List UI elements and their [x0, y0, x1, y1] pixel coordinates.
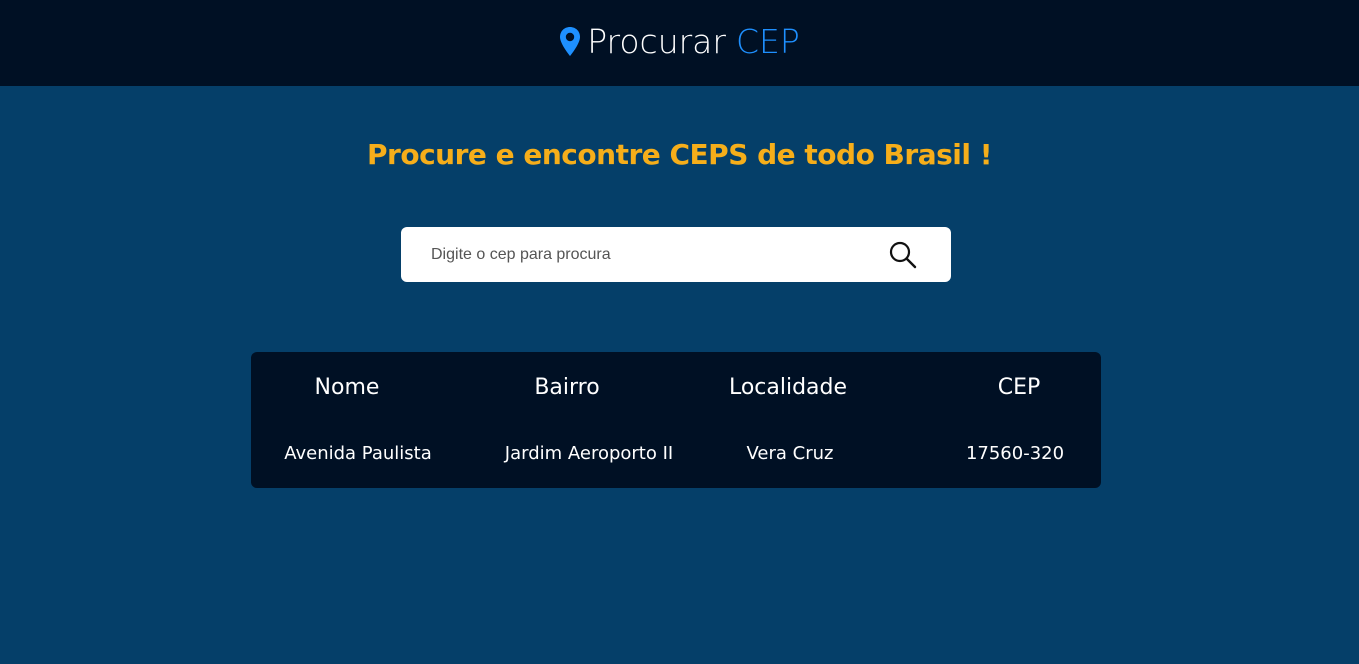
column-header-localidade: Localidade: [728, 375, 848, 400]
page-headline: Procure e encontre CEPS de todo Brasil !: [367, 138, 992, 171]
cell-bairro: Jardim Aeroporto II: [504, 443, 674, 464]
cell-localidade: Vera Cruz: [746, 443, 834, 464]
top-navbar: Procurar CEP: [0, 0, 1359, 86]
results-table: Nome Bairro Localidade CEP Avenida Pauli…: [251, 352, 1101, 488]
cell-cep: 17560-320: [965, 443, 1065, 464]
column-header-nome: Nome: [314, 375, 380, 400]
app-title-main: Procurar: [587, 22, 726, 61]
app-title: Procurar CEP: [559, 22, 800, 61]
cell-nome: Avenida Paulista: [284, 443, 432, 464]
search-icon[interactable]: [888, 240, 918, 270]
app-title-accent: CEP: [735, 22, 800, 61]
column-header-bairro: Bairro: [534, 375, 600, 400]
map-pin-icon: [559, 26, 581, 58]
cep-search-input[interactable]: [431, 227, 871, 282]
column-header-cep: CEP: [997, 375, 1041, 400]
cep-search-box: [401, 227, 951, 282]
